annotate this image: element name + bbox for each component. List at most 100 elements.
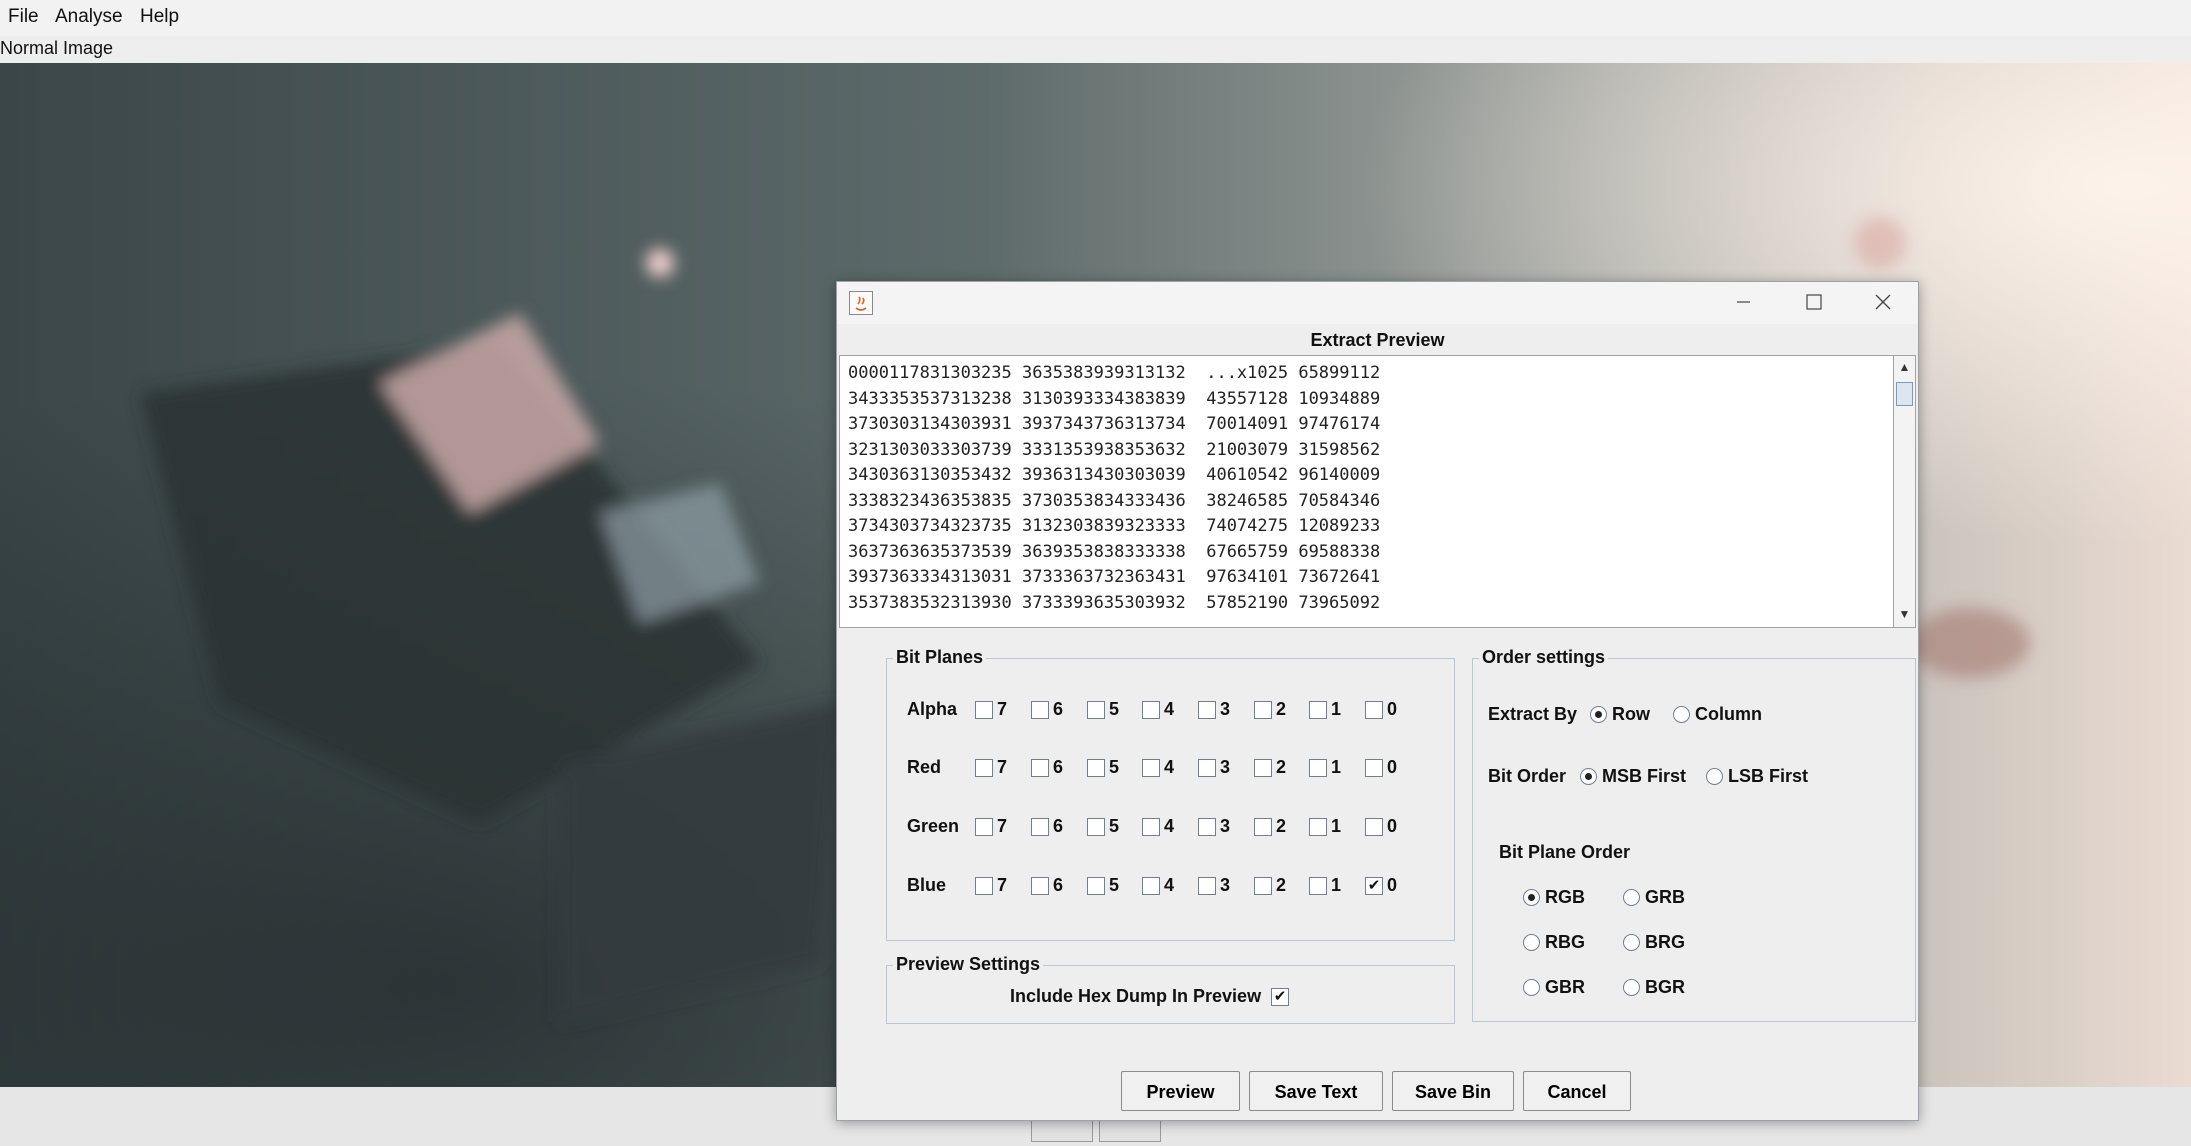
bit-label: 2 [1276, 875, 1287, 895]
bit-label: 5 [1109, 757, 1120, 777]
checkbox-box[interactable] [1087, 877, 1105, 895]
menu-file[interactable]: File [8, 6, 39, 28]
preview-line: 3937363334313031 3733363732363431 976341… [848, 567, 1381, 587]
preview-scrollbar[interactable]: ▲ ▼ [1893, 355, 1916, 628]
radio-icon[interactable] [1706, 768, 1723, 785]
scroll-down-icon[interactable]: ▼ [1894, 603, 1915, 625]
checkbox-box[interactable] [1142, 759, 1160, 777]
checkbox-box[interactable] [1031, 877, 1049, 895]
checkbox-box[interactable] [1087, 701, 1105, 719]
hex-dump-box[interactable]: ✔ [1271, 988, 1289, 1006]
checkbox-box[interactable] [1254, 818, 1272, 836]
radio-icon[interactable] [1523, 934, 1540, 951]
checkbox-box[interactable] [975, 818, 993, 836]
bit-label: 3 [1220, 699, 1231, 719]
bit-label: 5 [1109, 699, 1120, 719]
radio-icon[interactable] [1580, 768, 1597, 785]
radio-label: MSB First [1602, 766, 1687, 786]
extract-by-label: Extract By [1488, 704, 1578, 724]
checkbox-box[interactable] [1031, 701, 1049, 719]
radio-icon[interactable] [1623, 979, 1640, 996]
checkbox-box[interactable] [1254, 877, 1272, 895]
checkbox-box[interactable] [1309, 759, 1327, 777]
checkbox-box[interactable] [1365, 759, 1383, 777]
bit-label: 2 [1276, 816, 1287, 836]
checkbox-box[interactable] [1142, 877, 1160, 895]
radio-icon[interactable] [1523, 979, 1540, 996]
bit-label: 4 [1164, 757, 1175, 777]
preview-line: 3430363130353432 3936313430303039 406105… [848, 465, 1381, 485]
checkbox-box[interactable] [1198, 701, 1216, 719]
bit-label: 0 [1387, 816, 1398, 836]
bit-label: 5 [1109, 816, 1120, 836]
checkbox-box[interactable] [1031, 759, 1049, 777]
checkbox-box[interactable] [1087, 759, 1105, 777]
radio-label: GRB [1645, 887, 1685, 907]
menu-help[interactable]: Help [140, 6, 179, 28]
bit-label: 6 [1053, 816, 1064, 836]
checkbox-box[interactable] [975, 759, 993, 777]
channel-label-green: Green [907, 816, 960, 836]
checkbox-box[interactable] [1087, 818, 1105, 836]
menu-bar: File Analyse Help [0, 0, 2191, 36]
bit-label: 3 [1220, 757, 1231, 777]
image-label: Normal Image [0, 38, 114, 58]
menu-analyse[interactable]: Analyse [55, 6, 123, 28]
preview-line: 3433353537313238 3130393334383839 435571… [848, 388, 1381, 409]
scroll-up-icon[interactable]: ▲ [1894, 356, 1915, 378]
checkbox-box[interactable] [1254, 759, 1272, 777]
radio-label: LSB First [1728, 766, 1809, 786]
radio-icon[interactable] [1623, 889, 1640, 906]
checkbox-box[interactable] [975, 701, 993, 719]
checkbox-box[interactable] [1309, 818, 1327, 836]
java-app-icon [849, 291, 873, 315]
checkbox-box[interactable] [975, 877, 993, 895]
bit-label: 7 [997, 875, 1008, 895]
radio-label: RGB [1545, 887, 1585, 907]
radio-icon[interactable] [1673, 706, 1690, 723]
order-settings-title: Order settings [1479, 647, 1609, 668]
radio-icon[interactable] [1590, 706, 1607, 723]
checkbox-box[interactable] [1198, 759, 1216, 777]
checkbox-box[interactable] [1031, 818, 1049, 836]
bit-label: 0 [1387, 757, 1398, 777]
preview-line: 3231303033303739 3331353938353632 210030… [848, 439, 1381, 460]
bit-plane-order-title: Bit Plane Order [1499, 842, 1631, 862]
bit-label: 7 [997, 699, 1008, 719]
bit-order-label: Bit Order [1488, 766, 1567, 786]
bit-label: 6 [1053, 757, 1064, 777]
preview-settings-title: Preview Settings [893, 954, 1044, 975]
dialog-titlebar[interactable] [837, 282, 1918, 324]
maximize-icon[interactable] [1787, 286, 1839, 318]
radio-label: BGR [1645, 977, 1685, 997]
save-text-button[interactable]: Save Text [1249, 1071, 1383, 1111]
radio-icon[interactable] [1523, 889, 1540, 906]
bit-label: 2 [1276, 757, 1287, 777]
checkbox-box[interactable] [1365, 818, 1383, 836]
radio-icon[interactable] [1623, 934, 1640, 951]
scroll-thumb[interactable] [1896, 382, 1913, 406]
checkbox-box[interactable] [1142, 818, 1160, 836]
preview-line: 3734303734323735 3132303839323333 740742… [848, 516, 1381, 536]
checkbox-box[interactable] [1254, 701, 1272, 719]
checkbox-box[interactable]: ✔ [1365, 877, 1383, 895]
hex-dump-label: Include Hex Dump In Preview [1010, 986, 1262, 1006]
checkbox-box[interactable] [1365, 701, 1383, 719]
checkbox-box[interactable] [1198, 877, 1216, 895]
checkbox-box[interactable] [1309, 701, 1327, 719]
radio-label: RBG [1545, 932, 1585, 952]
close-icon[interactable] [1857, 286, 1909, 318]
cancel-button[interactable]: Cancel [1523, 1071, 1631, 1111]
preview-button[interactable]: Preview [1121, 1071, 1240, 1111]
channel-label-red: Red [907, 757, 942, 777]
preview-text-area[interactable]: 0000117831303235 3635383939313132 ...x10… [839, 355, 1895, 628]
minimize-icon[interactable] [1717, 286, 1769, 318]
bit-label: 3 [1220, 875, 1231, 895]
save-bin-button[interactable]: Save Bin [1392, 1071, 1514, 1111]
checkbox-box[interactable] [1309, 877, 1327, 895]
preview-settings-group: Preview Settings Include Hex Dump In Pre… [886, 954, 1455, 1024]
checkbox-box[interactable] [1198, 818, 1216, 836]
checkbox-box[interactable] [1142, 701, 1160, 719]
bit-label: 1 [1331, 699, 1342, 719]
radio-label: BRG [1645, 932, 1685, 952]
